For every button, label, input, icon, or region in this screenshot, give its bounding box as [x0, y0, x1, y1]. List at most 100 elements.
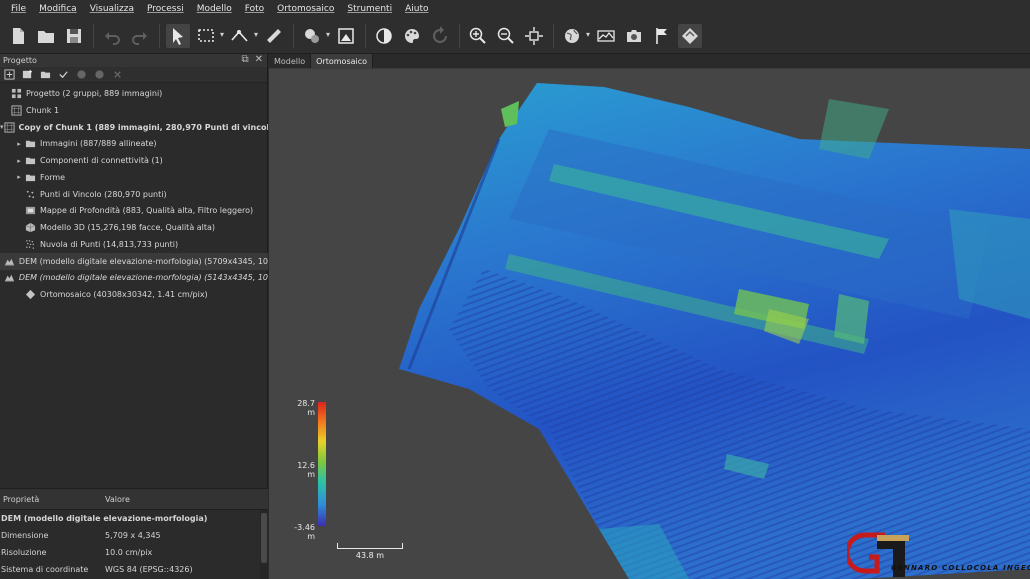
remove-icon[interactable] [111, 69, 124, 81]
expand-arrow-icon[interactable]: ▸ [14, 173, 24, 181]
tree-item-label: Forme [40, 172, 66, 182]
open-folder-icon[interactable] [34, 24, 58, 48]
elevation-color-bar [318, 402, 326, 526]
folder-icon [24, 171, 36, 183]
edit-orthomosaic-icon[interactable] [334, 24, 358, 48]
menu-aiuto[interactable]: Aiuto [405, 4, 428, 14]
menu-processi[interactable]: Processi [147, 4, 184, 14]
properties-panel: Proprietà Valore DEM (modello digitale e… [0, 488, 268, 579]
project-panel: Progetto ⧉ ✕ Progetto (2 gruppi, 889 imma… [0, 54, 268, 579]
menu-file[interactable]: File [11, 4, 26, 14]
properties-title: DEM (modello digitale elevazione-morfolo… [1, 514, 208, 523]
tree-item[interactable]: Punti di Vincolo (280,970 punti) [0, 186, 268, 203]
tree-item-label: Progetto (2 gruppi, 889 immagini) [26, 89, 163, 98]
project-tree: Progetto (2 gruppi, 889 immagini) Chunk 1… [0, 83, 268, 540]
reset-view-icon[interactable] [522, 24, 546, 48]
menu-bar: File Modifica Visualizza Processi Modell… [0, 0, 1030, 18]
dem-view-icon[interactable] [594, 24, 618, 48]
tree-item-label: Mappe di Profondità (883, Qualità alta, … [40, 206, 254, 216]
menu-modifica[interactable]: Modifica [39, 4, 77, 14]
tree-item-label: Modello 3D (15,276,198 facce, Qualità al… [40, 223, 216, 232]
col-value[interactable]: Valore [105, 495, 130, 504]
globe-icon[interactable] [560, 24, 590, 48]
undock-icon[interactable]: ⧉ [241, 54, 248, 65]
new-file-icon[interactable] [6, 24, 30, 48]
rectangle-selection-icon[interactable] [194, 24, 224, 48]
tree-item[interactable]: DEM (modello digitale elevazione-morfolo… [0, 269, 268, 286]
dem-icon [4, 255, 15, 267]
save-icon[interactable] [62, 24, 86, 48]
folder-icon [24, 155, 36, 167]
navigation-cursor-icon[interactable] [166, 23, 190, 48]
legend-min-label: -3.46 m [294, 523, 315, 541]
property-row: Risoluzione 10.0 cm/pix [1, 548, 153, 557]
watermark-text: GENNARO COLLOCOLA INGEGNERE [891, 564, 1030, 572]
tree-item-label: Immagini (887/889 allineate) [40, 139, 157, 149]
expand-arrow-icon[interactable]: ▸ [14, 140, 24, 148]
project-icon [10, 88, 22, 100]
menu-foto[interactable]: Foto [245, 4, 264, 14]
tree-item-label: DEM (modello digitale elevazione-morfolo… [18, 256, 268, 266]
property-row: Dimensione 5,709 x 4,345 [1, 531, 161, 540]
dem-map[interactable] [269, 69, 1030, 579]
tab-ortomosaico[interactable]: Ortomosaico [311, 54, 374, 68]
palette-icon[interactable] [400, 24, 424, 48]
point-cloud-icon [24, 238, 36, 250]
main-toolbar [0, 18, 1030, 54]
add-folder-icon[interactable] [39, 69, 52, 81]
tree-item[interactable]: ▸ Componenti di connettività (1) [0, 152, 268, 169]
tree-item[interactable]: Chunk 1 [0, 102, 268, 119]
close-icon[interactable]: ✕ [255, 54, 263, 65]
add-photos-icon[interactable] [21, 69, 34, 81]
menu-ortomosaico[interactable]: Ortomosaico [277, 4, 334, 14]
draw-polyline-icon[interactable] [228, 24, 258, 48]
tree-item-label: Chunk 1 [26, 105, 60, 115]
stop-icon[interactable] [93, 69, 106, 81]
scale-bar [337, 543, 403, 549]
tree-item[interactable]: DEM (modello digitale elevazione-morfolo… [0, 252, 268, 270]
show-ortho-icon[interactable] [678, 23, 702, 48]
col-property[interactable]: Proprietà [0, 495, 105, 504]
refresh-icon[interactable] [428, 24, 452, 48]
shapes-icon[interactable] [300, 24, 330, 48]
redo-icon[interactable] [128, 24, 152, 48]
tree-item-label: Nuvola di Punti (14,813,733 punti) [40, 239, 179, 249]
tree-item[interactable]: ▸ Forme [0, 169, 268, 186]
menu-visualizza[interactable]: Visualizza [90, 4, 134, 14]
tree-item[interactable]: ▸ Immagini (887/889 allineate) [0, 135, 268, 152]
properties-scrollbar[interactable] [260, 510, 268, 579]
panel-toolbar [0, 67, 267, 83]
legend-mid-label: 12.6 m [297, 461, 315, 479]
tree-item[interactable]: ▾ Copy of Chunk 1 (889 immagini, 280,970 … [0, 119, 268, 136]
tree-item[interactable]: Nuvola di Punti (14,813,733 punti) [0, 236, 268, 253]
enable-icon[interactable] [57, 69, 70, 81]
tree-item[interactable]: Progetto (2 gruppi, 889 immagini) [0, 85, 268, 102]
depth-maps-icon [24, 205, 36, 217]
view-tabs: Modello Ortomosaico [269, 54, 1030, 69]
dem-icon [4, 272, 15, 284]
expand-arrow-icon[interactable]: ▸ [14, 157, 24, 165]
menu-strumenti[interactable]: Strumenti [347, 4, 392, 14]
capture-view-icon[interactable] [622, 24, 646, 48]
zoom-in-icon[interactable] [466, 24, 490, 48]
tree-item[interactable]: Ortomosaico (40308x30342, 1.41 cm/pix) [0, 286, 268, 303]
disable-icon[interactable] [75, 69, 88, 81]
scale-bar-label: 43.8 m [355, 551, 385, 560]
markers-flag-icon[interactable] [650, 24, 674, 48]
contrast-icon[interactable] [372, 24, 396, 48]
ortho-viewport[interactable]: 28.7 m 12.6 m -3.46 m 43.8 m GENNARO COL… [269, 69, 1030, 579]
property-row: Sistema di coordinate WGS 84 (EPSG::4326) [1, 565, 193, 574]
tie-points-icon [24, 188, 36, 200]
ruler-icon[interactable] [262, 24, 286, 48]
add-chunk-icon[interactable] [3, 69, 16, 81]
chunk-icon [3, 121, 15, 133]
zoom-out-icon[interactable] [494, 24, 518, 48]
menu-modello[interactable]: Modello [197, 4, 232, 14]
tree-item[interactable]: Modello 3D (15,276,198 facce, Qualità al… [0, 219, 268, 236]
tab-modello[interactable]: Modello [269, 54, 312, 68]
tree-item-label: Copy of Chunk 1 (889 immagini, 280,970 P… [18, 122, 268, 132]
panel-title: Progetto [3, 56, 37, 65]
undo-icon[interactable] [100, 24, 124, 48]
tree-item[interactable]: Mappe di Profondità (883, Qualità alta, … [0, 202, 268, 219]
tree-item-label: Componenti di connettività (1) [40, 156, 163, 165]
